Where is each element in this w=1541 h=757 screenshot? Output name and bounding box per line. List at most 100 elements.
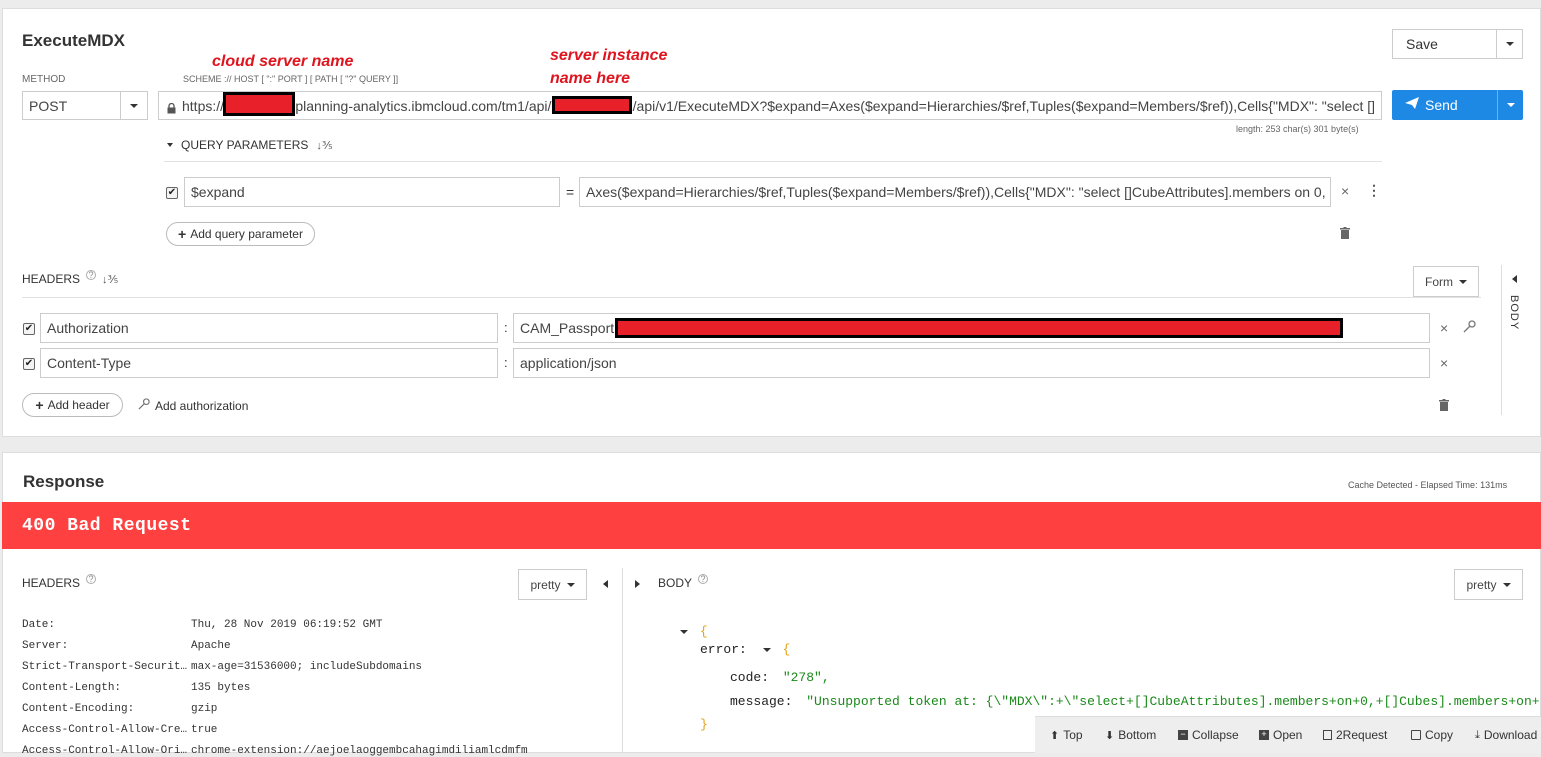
chevron-left-icon[interactable] <box>603 580 608 588</box>
key-icon[interactable] <box>1463 320 1476 338</box>
collapse-button[interactable]: − Collapse <box>1178 728 1239 742</box>
response-header-value: chrome-extension://aejoelaoggembcahagimd… <box>191 745 528 757</box>
chevron-down-icon <box>1459 279 1467 284</box>
url-host: planning-analytics.ibmcloud.com/tm1/api/ <box>295 97 552 114</box>
header-colon: : <box>504 355 508 370</box>
bottom-button[interactable]: ⬇ Bottom <box>1105 728 1156 742</box>
save-label: Save <box>1406 36 1438 52</box>
more-vertical-icon[interactable]: ⋮ <box>1367 182 1381 199</box>
query-params-toggle[interactable]: QUERY PARAMETERS ↓⅗ <box>167 138 333 152</box>
request-title: ExecuteMDX <box>22 31 125 50</box>
json-open-brace: { <box>699 624 708 639</box>
send-dropdown-toggle[interactable] <box>1497 90 1523 120</box>
pretty-label: pretty <box>1466 577 1497 592</box>
query-params-divider <box>164 161 1382 162</box>
help-icon[interactable]: ? <box>698 574 709 584</box>
headers-pretty-dropdown[interactable]: pretty <box>518 569 587 600</box>
query-param-value[interactable]: Axes($expand=Hierarchies/$ref,Tuples($ex… <box>579 177 1331 207</box>
plus-icon: + <box>35 397 44 413</box>
add-authorization-button[interactable]: Add authorization <box>138 397 248 415</box>
method-dropdown-toggle[interactable] <box>120 92 147 119</box>
pane-divider[interactable] <box>622 568 623 753</box>
chevron-down-icon <box>566 582 575 587</box>
sort-icon[interactable]: ↓⅗ <box>102 273 118 286</box>
header-value-content-type[interactable]: application/json <box>513 348 1430 378</box>
add-query-param-label: Add query parameter <box>190 227 303 241</box>
copy-icon <box>1411 730 1421 740</box>
chevron-down-icon <box>1502 582 1511 587</box>
arrow-down-circle-icon: ⬇ <box>1105 729 1115 742</box>
copy-button[interactable]: Copy <box>1411 728 1453 742</box>
method-select[interactable]: POST <box>22 91 148 120</box>
help-icon[interactable]: ? <box>86 270 97 280</box>
url-rest: /api/v1/ExecuteMDX?$expand=Axes($expand=… <box>632 97 1375 114</box>
send-label: Send <box>1425 97 1458 113</box>
save-dropdown-toggle[interactable] <box>1496 30 1522 58</box>
json-error-brace: { <box>782 642 791 657</box>
download-icon: ⤓ <box>1475 728 1480 741</box>
add-authorization-label: Add authorization <box>155 399 249 413</box>
add-query-param-button[interactable]: + Add query parameter <box>166 222 315 246</box>
close-icon[interactable]: × <box>1440 355 1448 371</box>
response-header-value: 135 bytes <box>191 682 251 694</box>
save-button[interactable]: Save <box>1392 29 1523 59</box>
method-value: POST <box>29 97 68 114</box>
collapse-label: Collapse <box>1192 728 1239 742</box>
form-dropdown[interactable]: Form <box>1413 266 1479 297</box>
body-side-panel[interactable]: BODY <box>1501 265 1541 415</box>
close-icon[interactable]: × <box>1440 320 1448 336</box>
json-code-key: code: <box>730 670 770 685</box>
json-error-key: error: <box>700 642 747 657</box>
body-side-label: BODY <box>1508 295 1520 331</box>
send-button[interactable]: Send <box>1392 90 1523 120</box>
query-param-name[interactable]: $expand <box>184 177 560 207</box>
top-label: Top <box>1063 728 1083 742</box>
add-header-button[interactable]: + Add header <box>22 393 123 417</box>
response-header-key: Server: <box>22 640 69 652</box>
headers-divider <box>22 297 1481 298</box>
query-param-checkbox[interactable]: ✔ <box>166 187 178 199</box>
copy-label: Copy <box>1425 728 1454 742</box>
body-pretty-dropdown[interactable]: pretty <box>1454 569 1523 600</box>
chevron-down-icon <box>130 103 138 108</box>
chevron-down-icon <box>1506 103 1515 107</box>
to-request-button[interactable]: 2Request <box>1323 728 1387 742</box>
response-header-value: gzip <box>191 703 218 715</box>
redaction-server-instance <box>552 96 632 114</box>
redaction-cloud-server <box>223 92 295 116</box>
scheme-label: SCHEME :// HOST [ ":" PORT ] [ PATH [ "?… <box>183 74 399 84</box>
response-headers-section: HEADERS ? <box>22 574 97 590</box>
header-name-authorization[interactable]: Authorization <box>40 313 498 343</box>
download-button[interactable]: ⤓ Download <box>1475 728 1537 742</box>
headers-label: HEADERS <box>22 272 81 286</box>
method-label: METHOD <box>22 74 66 85</box>
url-input[interactable]: https:// planning-analytics.ibmcloud.com… <box>158 91 1382 120</box>
chevron-left-icon[interactable] <box>1512 275 1517 283</box>
download-label: Download <box>1483 728 1538 742</box>
collapse-toggle-icon[interactable] <box>680 629 688 634</box>
pretty-label: pretty <box>530 577 561 592</box>
header-checkbox-content-type[interactable]: ✔ <box>23 358 35 370</box>
open-button[interactable]: + Open <box>1259 728 1302 742</box>
trash-icon[interactable] <box>1340 226 1350 244</box>
minus-square-icon: − <box>1178 730 1188 740</box>
key-icon <box>138 397 150 415</box>
header-name-content-type[interactable]: Content-Type <box>40 348 498 378</box>
header-checkbox-authorization[interactable]: ✔ <box>23 323 35 335</box>
help-icon[interactable]: ? <box>86 574 97 584</box>
open-label: Open <box>1273 728 1303 742</box>
collapse-toggle-icon[interactable] <box>762 647 771 652</box>
trash-icon[interactable] <box>1439 398 1449 416</box>
chevron-right-icon[interactable] <box>635 580 640 588</box>
response-header-value: max-age=31536000; includeSubdomains <box>191 661 423 673</box>
response-header-key: Access-Control-Allow-Cre… <box>22 724 187 736</box>
annotation-cloud-server: cloud server name <box>212 53 354 70</box>
status-bar: 400 Bad Request <box>2 502 1541 549</box>
response-header-value: true <box>191 724 218 736</box>
response-header-key: Content-Encoding: <box>22 703 135 715</box>
sort-icon[interactable]: ↓⅗ <box>316 139 332 152</box>
copy-to-request-icon <box>1323 730 1332 740</box>
top-button[interactable]: ⬆ Top <box>1050 728 1083 742</box>
close-icon[interactable]: × <box>1341 183 1349 199</box>
status-text: 400 Bad Request <box>22 516 192 536</box>
